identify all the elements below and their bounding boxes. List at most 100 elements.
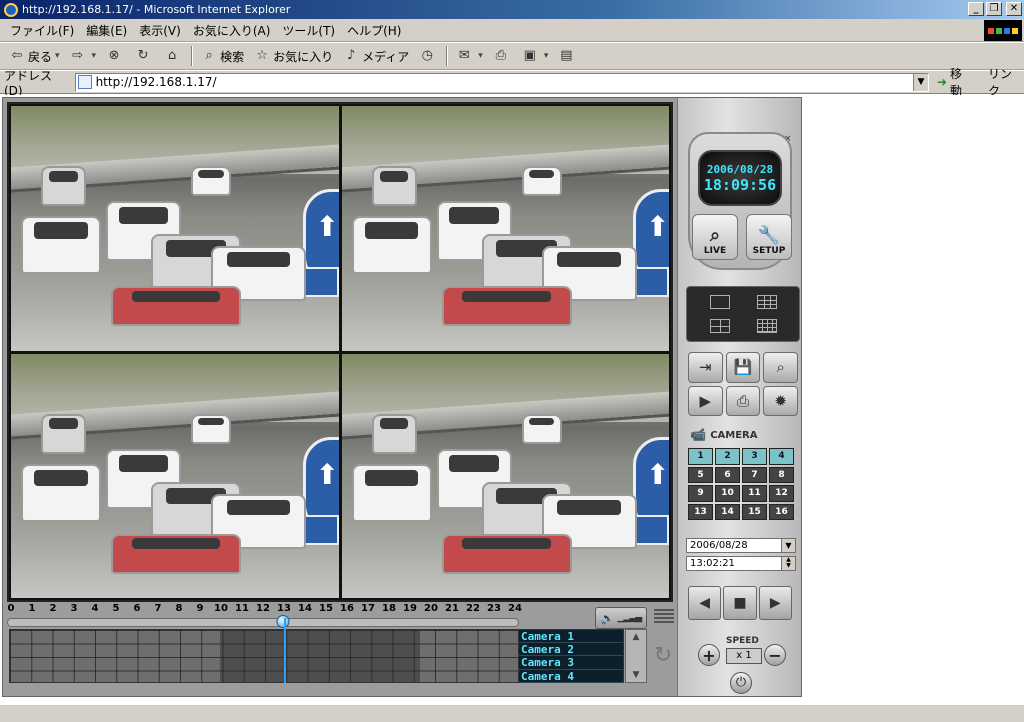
layout-9-split-button[interactable] [744,291,789,313]
camera-button-13[interactable]: 13 [688,503,713,520]
camera-button-10[interactable]: 10 [715,485,740,502]
favorites-button[interactable]: ☆ お気に入り [249,45,338,67]
print-button[interactable]: ⎙ [488,45,517,67]
print-snapshot-button[interactable]: ⎙ [725,385,761,416]
camera-feed-3[interactable] [11,353,339,598]
live-button[interactable]: ⌕ LIVE [692,214,738,260]
status-bar [0,704,1024,722]
address-dropdown-icon[interactable]: ▼ [912,73,928,91]
camera-button-9[interactable]: 9 [688,485,713,502]
camera-feed-1[interactable] [11,106,339,351]
setup-button[interactable]: 🔧 SETUP [746,214,792,260]
scroll-down-icon[interactable]: ▼ [633,670,640,680]
stop-playback-button[interactable]: ■ [723,586,757,620]
layout-16-split-button[interactable] [744,315,789,337]
camera-button-16[interactable]: 16 [769,503,794,520]
menu-file[interactable]: ファイル(F) [4,22,80,39]
camera-button-3[interactable]: 3 [742,448,767,465]
timeline-hour-label: 11 [235,603,249,614]
history-button[interactable]: ◷ [414,45,443,67]
back-button[interactable]: ⇦ 戻る [4,45,65,67]
menu-help[interactable]: ヘルプ(H) [341,22,407,39]
camera-list-item[interactable]: Camera 1 [519,630,623,644]
edit-icon: ▣ [523,48,536,63]
camera-button-6[interactable]: 6 [715,466,740,483]
media-icon: ♪ [346,48,356,63]
back-arrow-icon: ⇦ [11,48,23,63]
timeline-hour-label: 16 [340,603,354,614]
address-url[interactable]: http://192.168.1.17/ [96,75,217,89]
timeline-hour-label: 14 [298,603,312,614]
menu-edit[interactable]: 編集(E) [80,22,133,39]
list-view-icon[interactable] [654,609,674,623]
playback-db-button[interactable]: ▶ [688,385,723,416]
speed-decrease-button[interactable]: − [764,644,786,666]
links-button[interactable]: リンク [988,65,1024,99]
timeline-slider-thumb[interactable] [276,615,290,628]
timeline-refresh-icon[interactable]: ↻ [651,638,675,674]
camera-section-label: 📹 CAMERA [690,428,758,443]
save-button[interactable]: 💾 [725,352,761,383]
camera-button-14[interactable]: 14 [715,503,740,520]
camera-button-5[interactable]: 5 [688,466,713,483]
camera-button-8[interactable]: 8 [769,466,794,483]
camera-button-15[interactable]: 15 [742,503,767,520]
home-button[interactable]: ⌂ [159,45,188,67]
camera-button-7[interactable]: 7 [742,466,767,483]
camera-list-item[interactable]: Camera 4 [519,669,623,683]
camera-list-item[interactable]: Camera 2 [519,643,623,657]
camera-button-12[interactable]: 12 [769,485,794,502]
camera-button-11[interactable]: 11 [742,485,767,502]
playback-controls: ◀ ■ ▶ [688,586,792,620]
menu-view[interactable]: 表示(V) [133,22,187,39]
toolbar-separator [446,46,449,66]
address-bar: アドレス(D) http://192.168.1.17/ ▼ ➜ 移動 リンク [0,67,1024,98]
camera-list-scrollbar[interactable]: ▲ ▼ [625,629,647,683]
single-view-icon [709,295,730,309]
search-time-spinner[interactable]: 13:02:21 ▲ ▼ [686,556,796,571]
media-button[interactable]: ♪ メディア [338,45,414,67]
speed-increase-button[interactable]: + [698,644,720,666]
close-button[interactable]: ✕ [1006,2,1022,16]
address-input[interactable]: http://192.168.1.17/ ▼ [74,72,929,92]
reverse-icon: ◀ [699,595,711,611]
timeline-hour-label: 20 [424,603,438,614]
maximize-button[interactable]: ❐ [986,2,1002,16]
power-button[interactable]: ⏻ [730,672,752,694]
stop-button[interactable]: ⊗ [101,45,130,67]
magnifier-icon: ⌕ [709,225,721,246]
zoom-button[interactable]: ⌕ [763,352,798,383]
playback-db-icon: ▶ [699,391,712,410]
layout-single-button[interactable] [697,291,742,313]
edit-button[interactable]: ▣ [517,45,554,67]
date-dropdown-icon[interactable]: ▼ [781,539,795,552]
minimize-button[interactable]: _ [968,2,984,16]
scroll-up-icon[interactable]: ▲ [633,632,640,642]
camera-list-item[interactable]: Camera 3 [519,656,623,670]
menu-favorites[interactable]: お気に入り(A) [187,22,277,39]
menu-tools[interactable]: ツール(T) [276,22,341,39]
time-spinner-icon[interactable]: ▲ ▼ [781,557,795,570]
search-date-select[interactable]: 2006/08/28 ▼ [686,538,796,553]
import-button[interactable]: ⇥ [688,352,723,383]
layout-4-split-button[interactable] [697,315,742,337]
recording-timeline-grid[interactable] [9,629,519,683]
dvr-viewer: 0123456789101112131415161718192021222324… [2,97,802,697]
go-button[interactable]: ➜ 移動 [937,65,974,99]
discuss-button[interactable]: ▤ [553,45,582,67]
camera-button-2[interactable]: 2 [715,448,740,465]
play-button[interactable]: ▶ [758,586,792,620]
refresh-button[interactable]: ↻ [130,45,159,67]
brightness-button[interactable]: ✹ [763,385,798,416]
timeline-slider[interactable] [7,615,519,628]
forward-button[interactable]: ⇨ [65,45,102,67]
camera-feed-2[interactable] [341,106,669,351]
reverse-play-button[interactable]: ◀ [688,586,722,620]
discuss-icon: ▤ [560,48,573,63]
search-button[interactable]: ⌕ 検索 [196,45,249,67]
audio-button[interactable]: 🔈 ▁▂▃▄ [595,607,647,629]
camera-button-1[interactable]: 1 [688,448,713,465]
camera-button-4[interactable]: 4 [769,448,794,465]
mail-button[interactable]: ✉ [451,45,488,67]
camera-feed-4[interactable] [341,353,669,598]
